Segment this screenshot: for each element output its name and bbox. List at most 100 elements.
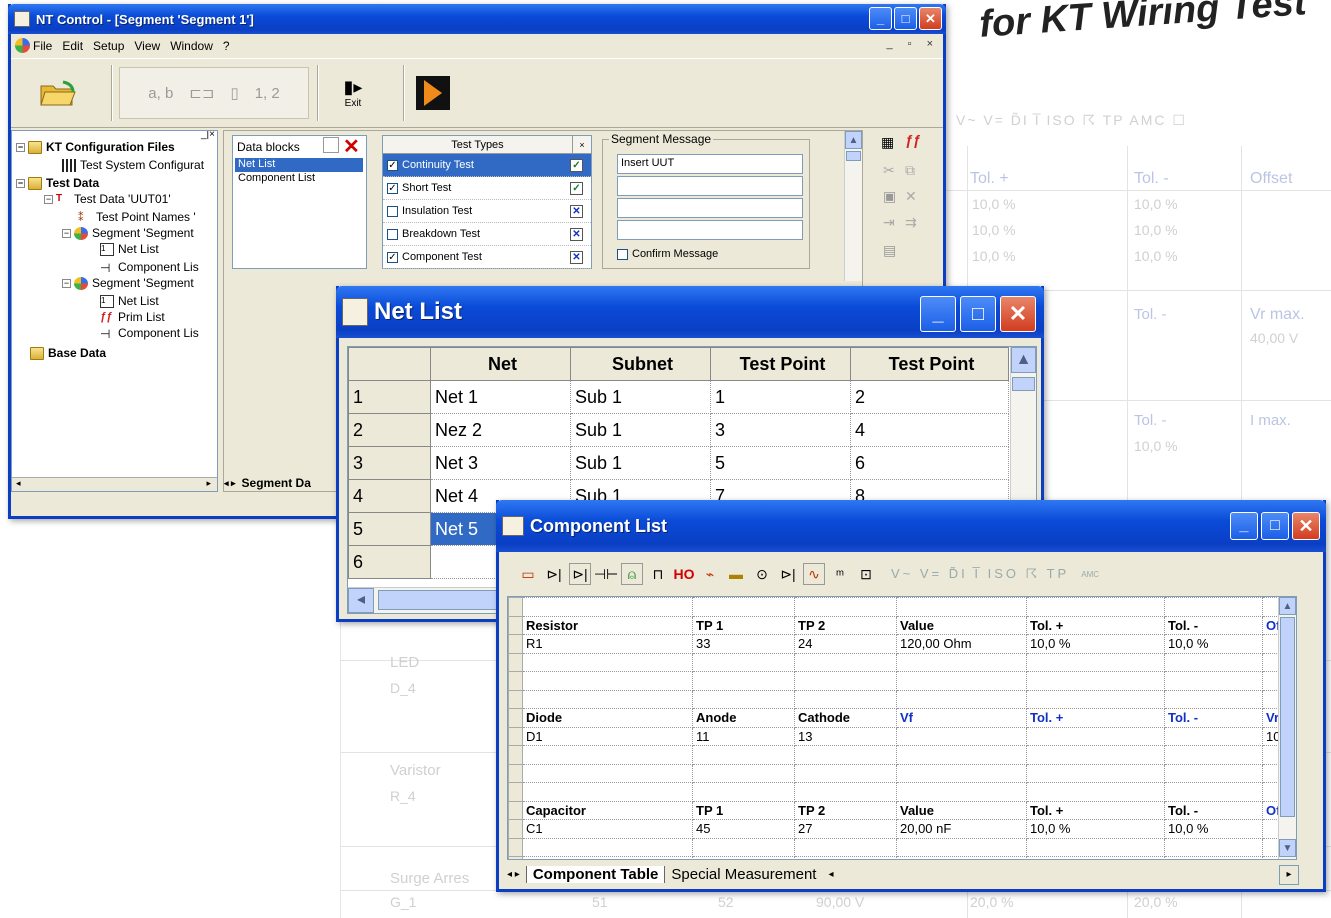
row-number[interactable]: 5: [348, 512, 431, 546]
row-selector[interactable]: [508, 782, 523, 802]
cell-test-point-2[interactable]: 6: [850, 446, 1009, 480]
net-row[interactable]: 3 Net 3 Sub 156: [348, 446, 1009, 480]
cell-net[interactable]: Net 3: [430, 446, 571, 480]
cell[interactable]: [1026, 671, 1165, 691]
empty-row[interactable]: [508, 689, 1279, 709]
cell[interactable]: D1: [522, 726, 693, 746]
cell[interactable]: [522, 745, 693, 765]
column-header[interactable]: TP 2: [794, 800, 897, 820]
row-number[interactable]: 1: [348, 380, 431, 414]
menu-help[interactable]: ?: [223, 39, 230, 53]
cell[interactable]: [522, 782, 693, 802]
message-line-1[interactable]: Insert UUT: [617, 154, 803, 174]
tree-item-kt-config[interactable]: − KT Configuration Files: [16, 139, 175, 155]
cell[interactable]: [522, 597, 693, 617]
row-selector[interactable]: [508, 726, 523, 746]
column-header[interactable]: Diode: [522, 708, 693, 728]
row-selector[interactable]: [508, 689, 523, 709]
test-type-checkbox[interactable]: [387, 205, 398, 217]
column-header[interactable]: Tol. -: [1164, 615, 1263, 635]
column-header[interactable]: Vr: [1262, 708, 1279, 728]
cell[interactable]: [794, 745, 897, 765]
empty-row[interactable]: [508, 763, 1279, 783]
cell[interactable]: [1164, 763, 1263, 783]
cell[interactable]: [1262, 597, 1279, 617]
message-line-4[interactable]: [617, 220, 803, 240]
cell-subnet[interactable]: Sub 1: [570, 413, 711, 447]
cell[interactable]: [1026, 837, 1165, 857]
append-row-icon[interactable]: ⇉: [905, 214, 917, 231]
paste-icon[interactable]: ▣: [883, 188, 896, 205]
numeric-mode-label[interactable]: 1, 2: [255, 85, 280, 102]
measurement-toolbar-glyphs[interactable]: V~ V= D̃I I̅ ISO ☈ TP: [891, 566, 1069, 582]
tree-item-test-system[interactable]: Test System Configurat: [62, 157, 204, 173]
column-header-subnet[interactable]: Subnet: [570, 347, 711, 381]
cell[interactable]: [1262, 652, 1279, 672]
cell[interactable]: [1026, 652, 1165, 672]
bell-icon[interactable]: ⍝: [621, 563, 643, 585]
cell[interactable]: [692, 671, 795, 691]
column-header[interactable]: Vf: [896, 708, 1027, 728]
tree-item-net-list-1[interactable]: 1 Net List: [100, 241, 159, 257]
run-button[interactable]: [413, 67, 453, 119]
cell[interactable]: [896, 782, 1027, 802]
maximize-button[interactable]: □: [960, 296, 996, 332]
tree-horizontal-scrollbar[interactable]: ◂ ▸: [12, 477, 217, 491]
new-block-icon[interactable]: [323, 137, 339, 153]
column-header[interactable]: Cathode: [794, 708, 897, 728]
status-check-icon[interactable]: ✓: [570, 181, 583, 195]
cell-subnet[interactable]: Sub 1: [570, 380, 711, 414]
cell[interactable]: [896, 652, 1027, 672]
component-row[interactable]: R1 33 24 120,00 Ohm 10,0 % 10,0 %: [508, 634, 1279, 654]
column-header[interactable]: Tol. +: [1026, 708, 1165, 728]
row-selector[interactable]: [508, 597, 523, 617]
cell[interactable]: [1164, 726, 1263, 746]
message-line-2[interactable]: [617, 176, 803, 196]
menu-view[interactable]: View: [134, 39, 160, 53]
empty-row[interactable]: [508, 597, 1279, 617]
confirm-message-checkbox[interactable]: Confirm Message: [617, 248, 718, 260]
ab-mode-label[interactable]: a, b: [148, 85, 173, 102]
test-type-row[interactable]: Breakdown Test ✕: [383, 223, 591, 246]
resistor-icon[interactable]: ▭: [517, 563, 539, 585]
row-number[interactable]: 4: [348, 479, 431, 513]
cell[interactable]: [794, 837, 897, 857]
cell[interactable]: 20,00 nF: [896, 819, 1027, 839]
cell[interactable]: 11: [692, 726, 795, 746]
switch-icon[interactable]: ⊓: [647, 563, 669, 585]
impedance-icon[interactable]: ⊡: [855, 563, 877, 585]
thyristor-icon[interactable]: ⊳|: [777, 563, 799, 585]
component-row[interactable]: C1 45 27 20,00 nF 10,0 % 10,0 %: [508, 819, 1279, 839]
cell-test-point-2[interactable]: 4: [850, 413, 1009, 447]
tree-item-test-data-uut[interactable]: − T Test Data 'UUT01': [44, 191, 171, 207]
cell[interactable]: 27: [794, 819, 897, 839]
exit-button[interactable]: ▮▸ Exit: [331, 67, 375, 119]
cell[interactable]: [522, 837, 693, 857]
test-type-row[interactable]: Insulation Test ✕: [383, 200, 591, 223]
wiring-icon[interactable]: ƒƒ: [905, 132, 921, 148]
row-selector[interactable]: [508, 745, 523, 765]
delete-icon[interactable]: ✕: [905, 188, 917, 205]
component-row[interactable]: D11113 10,: [508, 726, 1279, 746]
tab-special-measurement[interactable]: Special Measurement: [664, 865, 822, 883]
row-selector[interactable]: [508, 671, 523, 691]
diode-icon[interactable]: ⊳|: [543, 563, 565, 585]
motor-icon[interactable]: ⊙: [751, 563, 773, 585]
cell[interactable]: 45: [692, 819, 795, 839]
tree-item-base-data[interactable]: Base Data: [30, 345, 106, 361]
cell[interactable]: 10,0 %: [1164, 634, 1263, 654]
cell-test-point-1[interactable]: 5: [710, 446, 851, 480]
tree-item-test-data[interactable]: − Test Data: [16, 175, 99, 191]
row-number[interactable]: 6: [348, 545, 431, 579]
column-header-test-point[interactable]: Test Point: [850, 347, 1009, 381]
cell[interactable]: [1164, 652, 1263, 672]
cell[interactable]: C1: [522, 819, 693, 839]
data-block-item[interactable]: Component List: [235, 172, 315, 184]
cell[interactable]: [692, 745, 795, 765]
row-selector[interactable]: [508, 708, 523, 728]
cell[interactable]: [1026, 726, 1165, 746]
maximize-button[interactable]: □: [894, 7, 917, 30]
status-cross-icon[interactable]: ✕: [570, 250, 583, 264]
open-folder-button[interactable]: [31, 67, 87, 119]
component-header-row[interactable]: Diode Anode Cathode Vf Tol. + Tol. - Vr: [508, 708, 1279, 728]
